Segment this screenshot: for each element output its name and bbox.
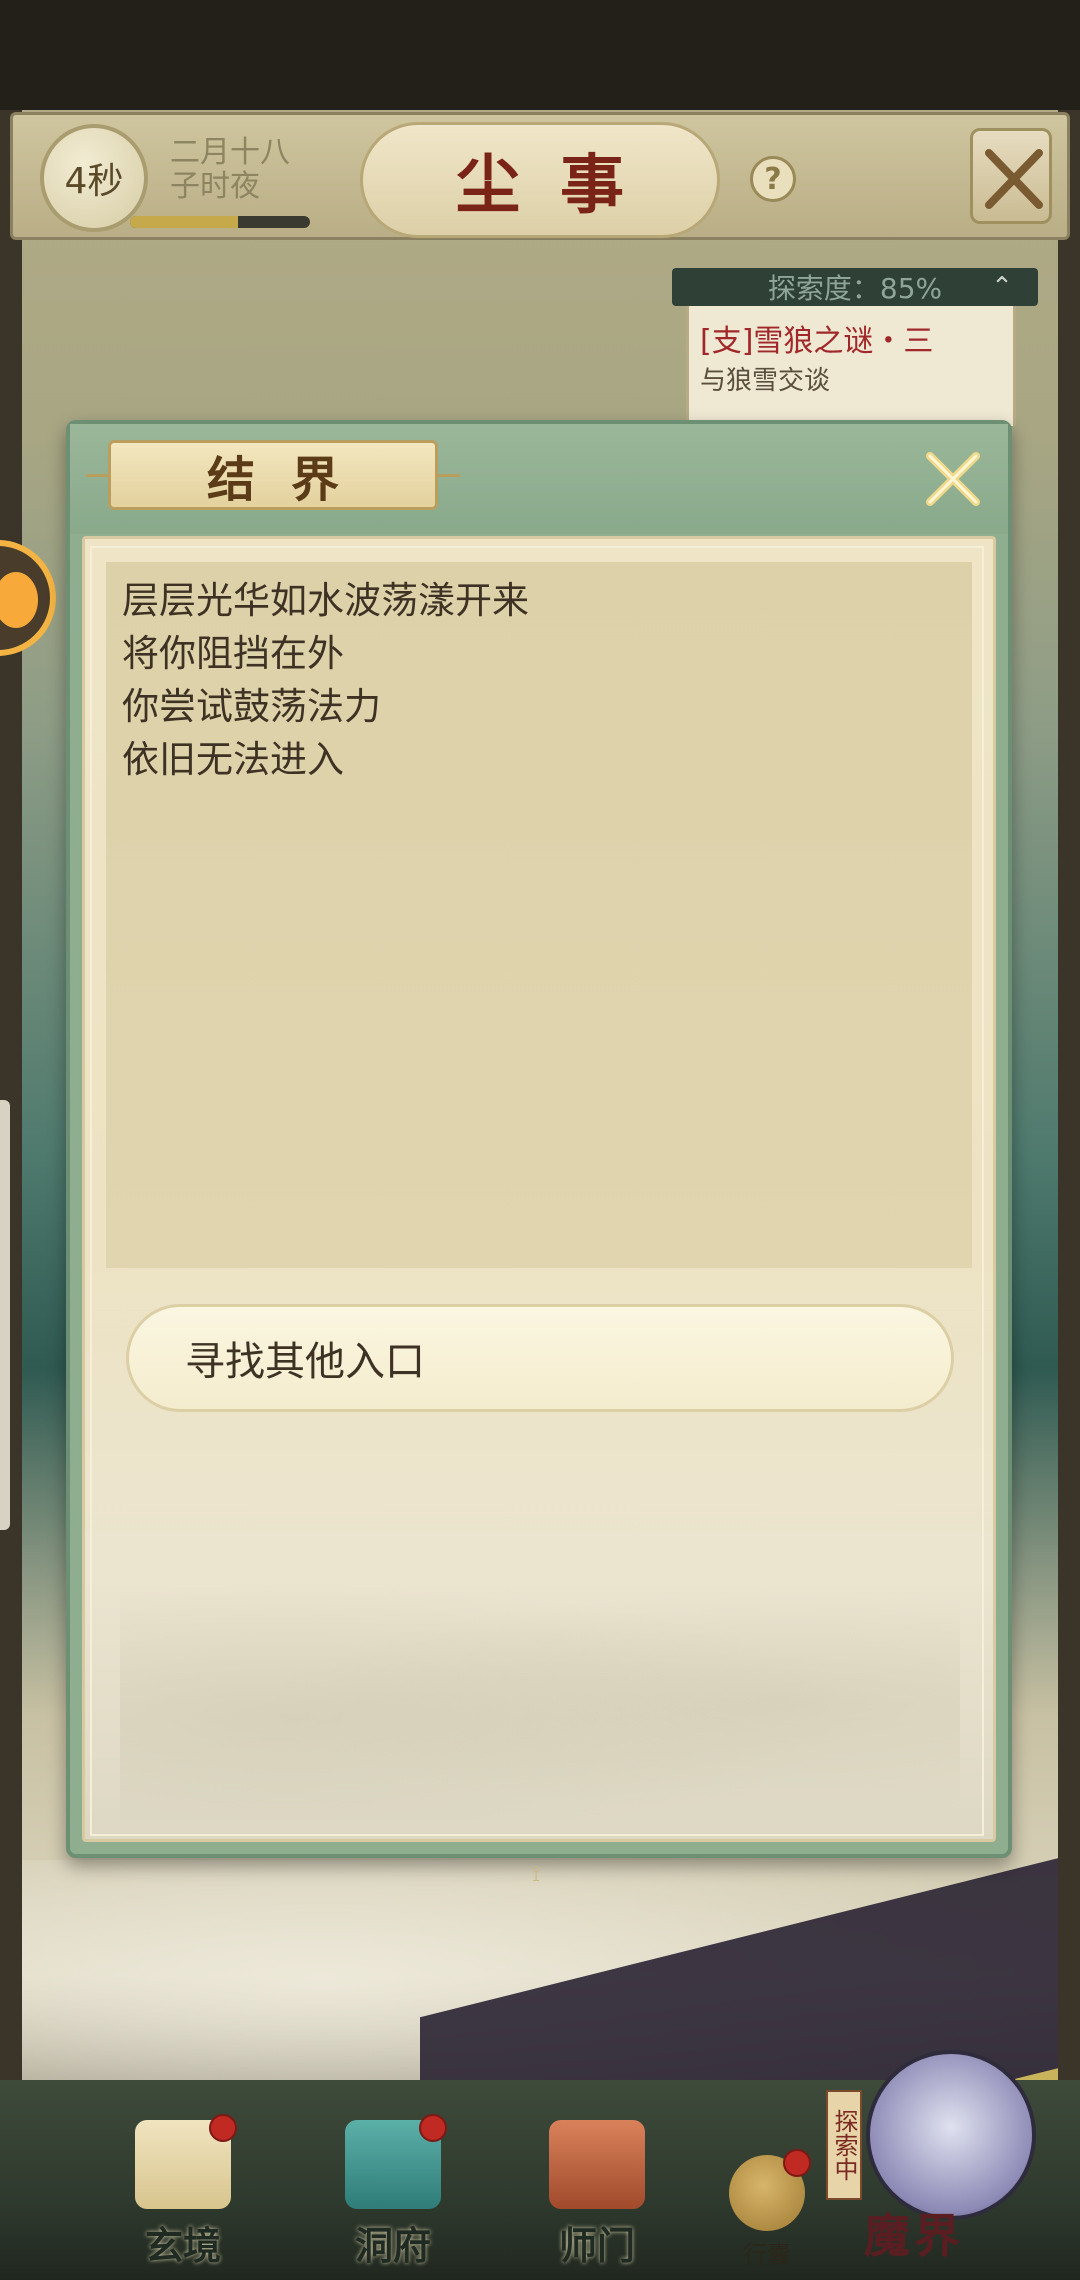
question-icon: ? bbox=[764, 161, 782, 197]
nav-label: 玄境 bbox=[144, 2223, 221, 2268]
paper-landscape-decoration bbox=[120, 1560, 960, 1820]
choice-button-find-entrance[interactable]: 寻找其他入口 bbox=[126, 1304, 954, 1412]
gamepad-icon bbox=[0, 572, 38, 628]
nav-label: 师门 bbox=[558, 2223, 635, 2268]
scene-right-edge bbox=[1058, 110, 1080, 2280]
realm-label: 魔界 bbox=[864, 2209, 964, 2263]
dialog-title: 结界 bbox=[206, 452, 375, 508]
dialog-title-plaque: 结界 bbox=[108, 440, 438, 510]
bag-icon bbox=[729, 2149, 811, 2231]
quest-subtitle: 与狼雪交谈 bbox=[700, 366, 831, 396]
date-line-1: 二月十八 bbox=[170, 135, 290, 170]
nav-item-shimen[interactable]: 师门 bbox=[522, 2120, 672, 2270]
moon-realm-icon bbox=[866, 2050, 1036, 2220]
page-title: 尘事 bbox=[456, 148, 664, 223]
scroll-icon bbox=[135, 2114, 237, 2209]
banner-icon bbox=[549, 2120, 645, 2209]
story-text-box: 层层光华如水波荡漾开来 将你阻挡在外 你尝试鼓荡法力 依旧无法进入 bbox=[106, 562, 972, 1268]
close-icon bbox=[985, 149, 1043, 209]
scroll-ornament-icon: ⟟ bbox=[532, 1862, 541, 1887]
bag-label: 行囊 bbox=[743, 2241, 791, 2269]
quest-title: [支]雪狼之谜・三 bbox=[700, 324, 934, 359]
game-date: 二月十八 子时夜 bbox=[170, 136, 290, 204]
notification-badge bbox=[209, 2114, 237, 2142]
time-progress-fill bbox=[130, 216, 238, 228]
notification-badge bbox=[783, 2149, 811, 2177]
date-line-2: 子时夜 bbox=[170, 169, 260, 204]
choice-label: 寻找其他入口 bbox=[185, 1339, 425, 1385]
time-progress-bar bbox=[130, 216, 310, 228]
story-line: 依旧无法进入 bbox=[122, 738, 344, 781]
nav-item-dongfu[interactable]: 洞府 bbox=[318, 2114, 468, 2270]
notification-badge bbox=[419, 2114, 447, 2142]
nav-item-bag[interactable]: 行囊 bbox=[712, 2149, 822, 2270]
nav-label: 洞府 bbox=[354, 2223, 431, 2268]
page-title-plaque: 尘事 bbox=[360, 122, 720, 238]
nav-item-xuanjing[interactable]: 玄境 bbox=[108, 2114, 258, 2270]
dialog-close-button[interactable] bbox=[920, 446, 986, 512]
help-button[interactable]: ? bbox=[750, 156, 796, 202]
pavilion-icon bbox=[345, 2114, 447, 2209]
side-drawer-handle[interactable] bbox=[0, 1100, 10, 1530]
story-line: 你尝试鼓荡法力 bbox=[122, 685, 381, 728]
collapse-arrow-icon[interactable]: ⌃ bbox=[982, 270, 1022, 304]
top-close-button[interactable] bbox=[970, 128, 1052, 224]
timer-badge: 4秒 bbox=[40, 124, 148, 232]
exploring-status-tag: 探索中 bbox=[826, 2090, 862, 2200]
exploration-progress-text: 探索度：85% bbox=[767, 272, 943, 305]
story-line: 将你阻挡在外 bbox=[122, 632, 344, 675]
timer-text: 4秒 bbox=[64, 161, 124, 202]
story-line: 层层光华如水波荡漾开来 bbox=[122, 579, 529, 622]
close-icon bbox=[926, 452, 980, 506]
